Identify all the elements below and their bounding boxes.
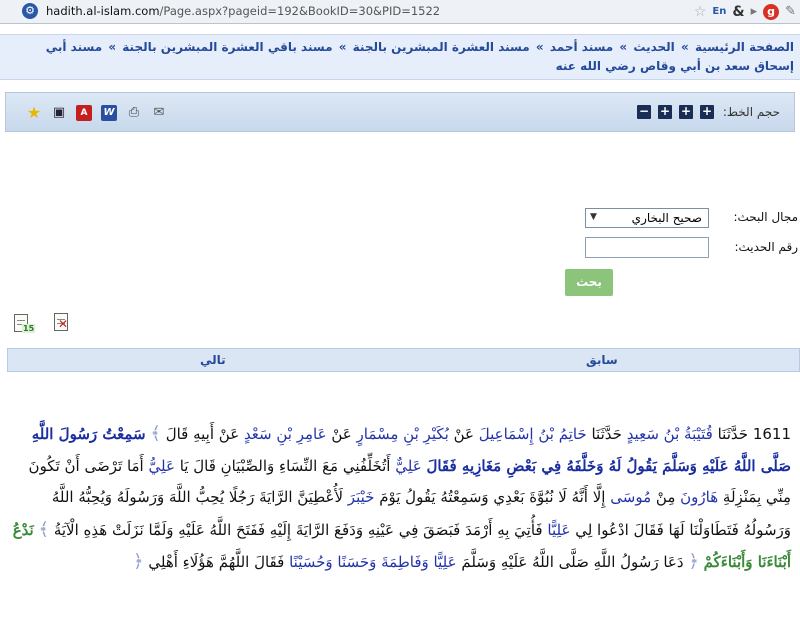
pdf-icon[interactable]: A <box>76 105 92 121</box>
font-size-label: حجم الخط: <box>722 105 780 119</box>
search-button[interactable]: بحث <box>565 269 613 296</box>
hadith-navigation: سابق تالي <box>7 348 800 372</box>
text-segment: عَنْ <box>331 425 352 443</box>
font-decrease-button[interactable]: − <box>637 105 651 119</box>
ornament-bracket: ﴿ <box>133 551 144 572</box>
breadcrumb-separator: » <box>108 40 117 54</box>
text-segment: أَتُخَلِّفُنِي مَعَ النِّسَاءِ وَالصِّبْ… <box>179 456 391 475</box>
word-icon[interactable]: W <box>101 105 117 121</box>
share-tools: ★ ▣ A W ⎙ ✉ <box>26 105 167 121</box>
wrench-icon[interactable]: ✎ <box>785 4 796 19</box>
number-badge: 15 <box>22 324 36 333</box>
browser-address-bar[interactable]: ⚙ hadith.al-islam.com/Page.aspx?pageid=1… <box>0 0 800 24</box>
breadcrumb-separator: » <box>619 40 628 54</box>
search-field-label: مجال البحث: <box>733 210 798 224</box>
name-link[interactable]: مُوسَى <box>610 488 651 506</box>
text-segment: فَقَالَ اللَّهُمَّ هَؤُلَاءِ أَهْلِي <box>148 553 285 571</box>
save-icon[interactable]: ▣ <box>51 105 67 121</box>
text-segment: حَدَّثَنَا <box>717 425 749 443</box>
extension-icon[interactable]: & <box>732 4 744 20</box>
print-icon[interactable]: ⎙ <box>126 105 142 121</box>
bookmark-star-icon[interactable]: ☆ <box>694 4 707 20</box>
font-increase-button[interactable]: + <box>658 105 672 119</box>
text-segment: حَدَّثَنَا <box>591 425 622 443</box>
name-link[interactable]: عَلِيًّا <box>547 521 570 539</box>
font-size-controls: − + + + <box>637 105 714 119</box>
google-icon[interactable]: g <box>763 3 780 20</box>
name-link[interactable]: عَلِيُّ <box>149 457 175 475</box>
font-increase-button[interactable]: + <box>679 105 693 119</box>
text-segment: مِنْ <box>655 488 676 506</box>
breadcrumb-separator: » <box>680 40 689 54</box>
next-link[interactable]: تالي <box>200 353 226 367</box>
hadith-number-input[interactable] <box>585 237 709 258</box>
ornament-bracket: ﴾ <box>38 518 50 540</box>
breadcrumb-musnad-ahmad[interactable]: مسند أحمد <box>550 40 613 54</box>
narrator-link[interactable]: قُتَيْبَةُ بْنُ سَعِيدٍ <box>627 425 713 443</box>
breadcrumb-home[interactable]: الصفحة الرئيسية <box>695 40 794 54</box>
page-toolbar: حجم الخط: − + + + ★ ▣ A W ⎙ ✉ <box>5 92 795 132</box>
hadith-text: 1611 حَدَّثَنَا قُتَيْبَةُ بْنُ سَعِيدٍ … <box>8 418 791 579</box>
extension-arrow-icon[interactable]: ▸ <box>751 4 758 19</box>
place-link[interactable]: خَيْبَرَ <box>348 488 375 506</box>
ornament-bracket: ﴿ <box>688 551 699 572</box>
text-segment: فَأُتِيَ بِهِ أَرْمَدَ فَبَصَقَ فِي عَيْ… <box>53 520 543 539</box>
favorite-star-icon[interactable]: ★ <box>26 105 42 121</box>
mail-icon[interactable]: ✉ <box>151 105 167 121</box>
font-increase-button[interactable]: + <box>700 105 714 119</box>
translate-icon[interactable]: En <box>712 6 726 17</box>
hadith-number-label: رقم الحديث: <box>734 240 798 254</box>
search-field-value: صحيح البخاري <box>631 211 702 225</box>
narrator-link[interactable]: عَامِرِ بْنِ سَعْدٍ <box>244 425 327 443</box>
text-segment: عَنْ أَبِيهِ قَالَ <box>165 425 240 443</box>
document-number-icon[interactable]: 15 <box>12 312 36 334</box>
breadcrumb-separator: » <box>535 40 544 54</box>
chevron-down-icon: ▼ <box>590 212 597 222</box>
url-domain: hadith.al-islam.com <box>46 4 160 18</box>
breadcrumb-ten-promised[interactable]: مسند العشرة المبشرين بالجنة <box>353 40 530 54</box>
document-delete-icon[interactable]: ✕ <box>52 311 74 333</box>
breadcrumb: الصفحة الرئيسية » الحديث » مسند أحمد » م… <box>0 34 800 80</box>
close-icon: ✕ <box>58 317 69 331</box>
previous-link[interactable]: سابق <box>586 353 618 367</box>
text-segment: عَنْ <box>453 425 474 443</box>
text-segment: إِلَّا أَنَّهُ لَا نُبُوَّةَ بَعْدِي وَس… <box>379 488 606 506</box>
browser-actions: ☆ En & ▸ g ✎ <box>694 2 796 21</box>
name-link[interactable]: عَلِيٌّ <box>395 457 421 475</box>
name-link[interactable]: عَلِيًّا وَفَاطِمَةَ وَحَسَنًا وَحُسَيْن… <box>289 553 456 571</box>
hadith-number: 1611 <box>752 425 791 443</box>
search-field-select[interactable]: صحيح البخاري ▼ <box>585 208 709 228</box>
text-segment: دَعَا رَسُولُ اللَّهِ صَلَّى اللَّهُ عَل… <box>461 553 684 571</box>
url-path: /Page.aspx?pageid=192&BookID=30&PID=1522 <box>159 4 441 18</box>
name-link[interactable]: هَارُونَ <box>680 488 718 506</box>
site-settings-icon[interactable]: ⚙ <box>22 3 38 19</box>
breadcrumb-hadith[interactable]: الحديث <box>633 40 674 54</box>
ornament-bracket: ﴾ <box>150 423 161 444</box>
url-text[interactable]: hadith.al-islam.com/Page.aspx?pageid=192… <box>46 4 440 18</box>
narrator-link[interactable]: بُكَيْرِ بْنِ مِسْمَارٍ <box>357 425 449 443</box>
breadcrumb-remaining-ten[interactable]: مسند باقي العشرة المبشرين بالجنة <box>122 40 332 54</box>
narrator-link[interactable]: حَاتِمُ بْنُ إِسْمَاعِيلَ <box>479 425 587 443</box>
breadcrumb-separator: » <box>338 40 347 54</box>
